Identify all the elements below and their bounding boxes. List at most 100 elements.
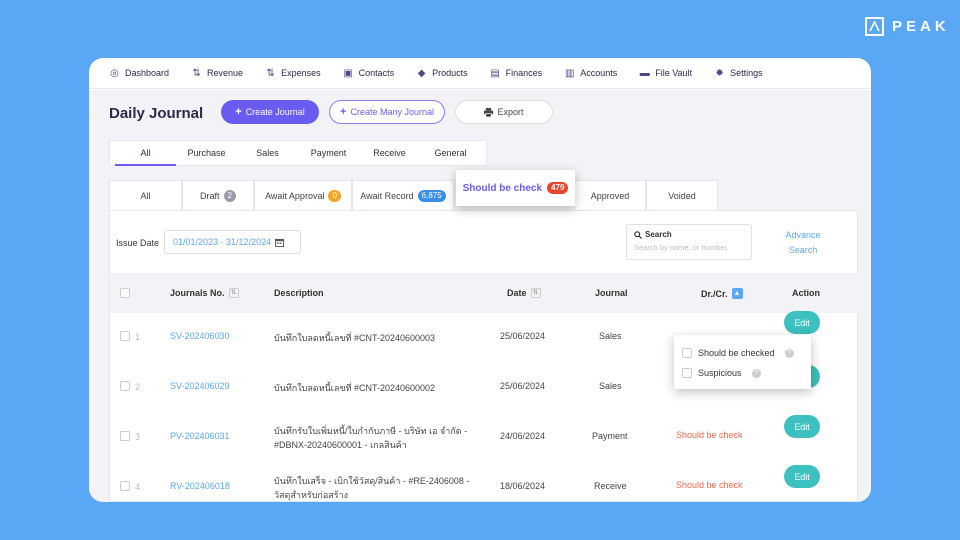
- checkbox[interactable]: [682, 368, 692, 378]
- nav-item-settings[interactable]: ✹ Settings: [714, 67, 763, 79]
- search-input[interactable]: Search by name, or number.: [634, 243, 744, 252]
- journal-description: บันทึกรับใบเพิ่มหนี้/ใบกำกับภาษี - บริษั…: [274, 426, 468, 450]
- nav-label: Settings: [730, 68, 763, 78]
- date-range-value: 01/01/2023 - 31/12/2024: [173, 237, 272, 247]
- nav-item-revenue[interactable]: ⇅ Revenue: [191, 68, 243, 79]
- tab-all[interactable]: All: [115, 140, 176, 166]
- peak-logo: PEAK: [865, 17, 950, 36]
- journal-number-link[interactable]: RV-202406018: [170, 481, 230, 491]
- nav-item-file-vault[interactable]: ▬ File Vault: [639, 68, 692, 79]
- tab-await-record[interactable]: Await Record 6,875: [352, 180, 454, 210]
- search-label: Search: [645, 230, 672, 239]
- create-many-journal-label: Create Many Journal: [350, 107, 434, 117]
- nav-label: Dashboard: [125, 68, 170, 78]
- count-badge: 479: [547, 182, 569, 194]
- nav-label: Finances: [505, 68, 543, 78]
- products-icon: ◆: [417, 67, 426, 79]
- gear-icon: ✹: [715, 67, 724, 79]
- header-journal-no[interactable]: Journals No. ⇅: [170, 288, 239, 298]
- header-date[interactable]: Date ⇅: [507, 288, 541, 298]
- date-range-input[interactable]: 01/01/2023 - 31/12/2024: [164, 230, 301, 254]
- search-box[interactable]: Search Search by name, or number.: [626, 224, 752, 260]
- option-label: Suspicious: [698, 368, 742, 378]
- select-all-checkbox[interactable]: [120, 288, 130, 298]
- row-number: 3: [135, 432, 141, 442]
- nav-item-accounts[interactable]: ▥ Accounts: [564, 68, 617, 79]
- journal-date: 25/06/2024: [500, 331, 546, 341]
- tab-all[interactable]: All: [109, 180, 182, 210]
- dashboard-icon: ◎: [110, 67, 119, 79]
- nav-label: Accounts: [580, 68, 618, 78]
- revenue-icon: ⇅: [192, 67, 201, 79]
- tab-label: Should be check: [462, 182, 543, 194]
- top-navigation: ◎ Dashboard ⇅ Revenue ⇅ Expenses ▣ Contacts ◆ Pro…: [89, 58, 871, 89]
- row-checkbox[interactable]: [120, 431, 130, 441]
- header-drcr: Dr./Cr. ▲: [701, 288, 743, 299]
- tab-general[interactable]: General: [420, 140, 481, 166]
- header-label: Description: [274, 288, 324, 298]
- help-icon[interactable]: ?: [751, 368, 761, 378]
- journal-number-link[interactable]: SV-202406030: [170, 331, 230, 341]
- row-number: 2: [135, 382, 141, 392]
- logo-mark-icon: [865, 17, 884, 36]
- filter-option-should-be-checked[interactable]: Should be checked ?: [682, 343, 803, 363]
- advance-search-link[interactable]: Advance Search: [782, 228, 824, 258]
- advance-label: Advance: [785, 230, 821, 240]
- count-badge: 6,875: [417, 189, 446, 202]
- tab-receive[interactable]: Receive: [359, 140, 420, 166]
- create-journal-button[interactable]: + Create Journal: [221, 100, 319, 124]
- status-tabs: All Draft 2 Await Approval 0 Await Record 6,87…: [109, 180, 718, 210]
- sort-icon[interactable]: ⇅: [228, 288, 239, 298]
- status-text: Should be check: [676, 480, 743, 490]
- app-window: ◎ Dashboard ⇅ Revenue ⇅ Expenses ▣ Contacts ◆ Pro…: [89, 58, 871, 502]
- tab-sales[interactable]: Sales: [237, 140, 298, 166]
- nav-label: File Vault: [655, 68, 693, 78]
- nav-item-contacts[interactable]: ▣ Contacts: [343, 67, 394, 79]
- export-button[interactable]: Export: [455, 100, 553, 124]
- tab-voided[interactable]: Voided: [646, 180, 718, 210]
- header-action: Action: [792, 288, 820, 298]
- page-title: Daily Journal: [109, 105, 204, 122]
- tab-purchase[interactable]: Purchase: [176, 140, 237, 166]
- journal-number-link[interactable]: PV-202406031: [170, 431, 230, 441]
- row-number: 4: [135, 482, 141, 492]
- folder-icon: ▬: [639, 67, 650, 79]
- printer-icon: [484, 107, 494, 117]
- contacts-icon: ▣: [343, 67, 353, 79]
- journal-number-link[interactable]: SV-202406029: [170, 381, 230, 391]
- header-description: Description: [274, 288, 324, 298]
- edit-button[interactable]: Edit: [784, 465, 820, 488]
- nav-item-dashboard[interactable]: ◎ Dashboard: [109, 68, 169, 79]
- tab-draft[interactable]: Draft 2: [182, 180, 254, 210]
- chevron-up-icon[interactable]: ▲: [731, 288, 743, 299]
- tab-payment[interactable]: Payment: [298, 140, 359, 166]
- export-label: Export: [497, 107, 524, 117]
- edit-button[interactable]: Edit: [784, 311, 820, 334]
- tab-await-approval[interactable]: Await Approval 0: [254, 180, 352, 210]
- tab-approved[interactable]: Approved: [574, 180, 646, 210]
- row-number: 1: [135, 332, 141, 342]
- filter-option-suspicious[interactable]: Suspicious ?: [682, 363, 803, 383]
- nav-item-expenses[interactable]: ⇅ Expenses: [265, 68, 320, 79]
- plus-icon: +: [235, 106, 242, 118]
- row-checkbox[interactable]: [120, 381, 130, 391]
- checkbox[interactable]: [682, 348, 692, 358]
- header-label: Action: [792, 288, 820, 298]
- tab-should-be-check[interactable]: Should be check 479: [456, 170, 575, 206]
- header-journal: Journal: [595, 288, 628, 298]
- nav-label: Products: [432, 68, 468, 78]
- accounts-icon: ▥: [564, 67, 575, 79]
- nav-item-products[interactable]: ◆ Products: [416, 68, 468, 79]
- sort-icon[interactable]: ⇅: [530, 288, 541, 298]
- nav-item-finances[interactable]: ▤ Finances: [490, 68, 543, 79]
- create-journal-label: Create Journal: [245, 107, 305, 117]
- row-checkbox[interactable]: [120, 481, 130, 491]
- status-text: Should be check: [676, 430, 743, 440]
- create-many-journal-button[interactable]: + Create Many Journal: [329, 100, 445, 124]
- count-badge: 2: [223, 189, 236, 202]
- edit-button[interactable]: Edit: [784, 415, 820, 438]
- journal-type-tabs: All Purchase Sales Payment Receive General: [109, 140, 487, 166]
- help-icon[interactable]: ?: [784, 348, 794, 358]
- row-checkbox[interactable]: [120, 331, 130, 341]
- header-label: Journal: [595, 288, 628, 298]
